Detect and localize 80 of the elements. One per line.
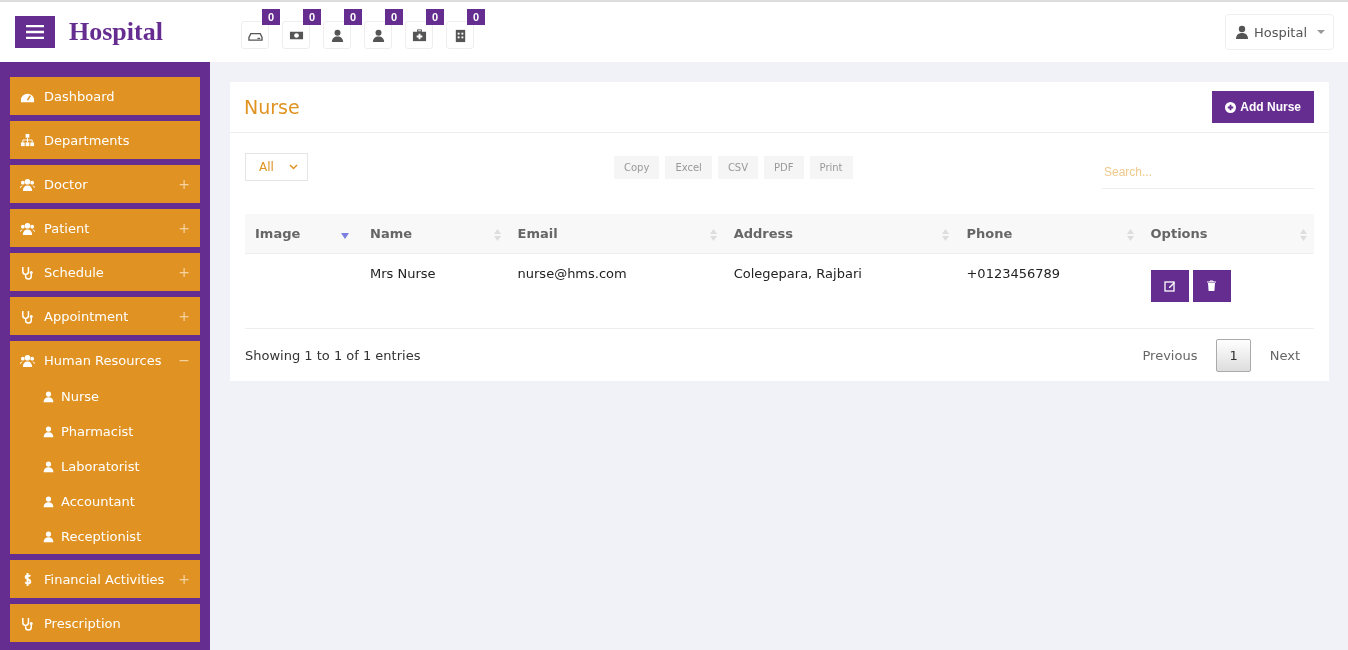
stethoscope-icon [20, 308, 35, 324]
trash-icon [1206, 280, 1218, 292]
user-icon [42, 495, 55, 508]
sidebar-subitem[interactable]: Pharmacist [10, 414, 200, 449]
user-icon [42, 390, 55, 403]
export-button[interactable]: Copy [614, 155, 660, 179]
toggle-sign: + [178, 220, 190, 236]
users-icon [20, 176, 35, 192]
sidebar-item[interactable]: Departments [10, 121, 200, 159]
pagination-link[interactable]: Next [1254, 338, 1315, 372]
sidebar-item[interactable]: Prescription [10, 604, 200, 642]
plus-circle-icon [1225, 101, 1237, 113]
medkit-icon [411, 27, 427, 43]
table-cell: nurse@hms.com [507, 253, 724, 329]
stethoscope-icon [20, 615, 35, 631]
user-icon [370, 27, 386, 43]
count-badge: 0 [384, 9, 403, 25]
export-button[interactable]: Excel [665, 155, 712, 179]
chevron-down-icon [289, 164, 298, 170]
user-icon [329, 27, 345, 43]
count-badge: 0 [261, 9, 280, 25]
user-icon [42, 425, 55, 438]
count-badge: 0 [343, 9, 362, 25]
edit-icon [1163, 280, 1176, 292]
users-icon [20, 220, 35, 236]
notification-button[interactable] [405, 21, 433, 49]
user-icon [1233, 24, 1250, 40]
notification-button[interactable] [364, 21, 392, 49]
sidebar-subitem[interactable]: Accountant [10, 484, 200, 519]
edit-button[interactable] [1150, 270, 1189, 302]
toggle-sign: − [178, 352, 190, 368]
table-cell: +0123456789 [956, 253, 1141, 329]
user-icon [42, 530, 55, 543]
sidebar-subitem[interactable]: Receptionist [10, 519, 200, 554]
column-header[interactable]: Email [507, 214, 724, 254]
sidebar-item[interactable]: Dashboard [10, 77, 200, 115]
column-header[interactable]: Image [245, 214, 361, 254]
sidebar-item[interactable]: Patient + [10, 209, 200, 247]
user-icon [42, 460, 55, 473]
notification-button[interactable] [323, 21, 351, 49]
toggle-sign: + [178, 176, 190, 192]
brand-title: Hospital [69, 17, 164, 47]
length-select[interactable]: All [245, 153, 308, 181]
menu-icon [26, 25, 44, 39]
notification-button[interactable] [282, 21, 310, 49]
table-cell: Mrs Nurse [360, 253, 508, 329]
column-header[interactable]: Phone [956, 214, 1141, 254]
toggle-sign: + [178, 571, 190, 587]
column-header[interactable]: Address [723, 214, 957, 254]
sidebar-subitem[interactable]: Nurse [10, 379, 200, 414]
sidebar-item[interactable]: Doctor + [10, 165, 200, 203]
export-button[interactable]: PDF [764, 155, 804, 179]
users-icon [20, 352, 35, 368]
table-cell: Colegepara, Rajbari [723, 253, 957, 329]
entries-info: Showing 1 to 1 of 1 entries [245, 347, 421, 363]
count-badge: 0 [302, 9, 321, 25]
sidebar-subitem[interactable]: Laboratorist [10, 449, 200, 484]
notification-button[interactable] [446, 21, 474, 49]
sidebar-item[interactable]: Schedule + [10, 253, 200, 291]
sidebar-item[interactable]: Financial Activities + [10, 560, 200, 598]
sidebar-item[interactable]: Appointment + [10, 297, 200, 335]
pagination-link[interactable]: Previous [1127, 338, 1213, 372]
sitemap-icon [20, 132, 35, 148]
page-title: Nurse [244, 96, 300, 118]
add-button[interactable]: Add Nurse [1212, 91, 1314, 123]
notification-button[interactable] [241, 21, 269, 49]
stethoscope-icon [20, 264, 35, 280]
export-button[interactable]: Print [809, 155, 853, 179]
user-menu[interactable]: Hospital [1224, 14, 1334, 50]
toggle-sign: + [178, 264, 190, 280]
sidebar-item[interactable]: Human Resources − [10, 341, 200, 379]
toggle-sign: + [178, 308, 190, 324]
menu-button[interactable] [15, 16, 55, 48]
column-header[interactable]: Name [360, 214, 508, 254]
export-button[interactable]: CSV [717, 155, 759, 179]
delete-button[interactable] [1192, 270, 1231, 302]
column-header[interactable]: Options [1140, 214, 1314, 254]
count-badge: 0 [466, 9, 485, 25]
page-button[interactable]: 1 [1216, 338, 1251, 372]
count-badge: 0 [425, 9, 444, 25]
